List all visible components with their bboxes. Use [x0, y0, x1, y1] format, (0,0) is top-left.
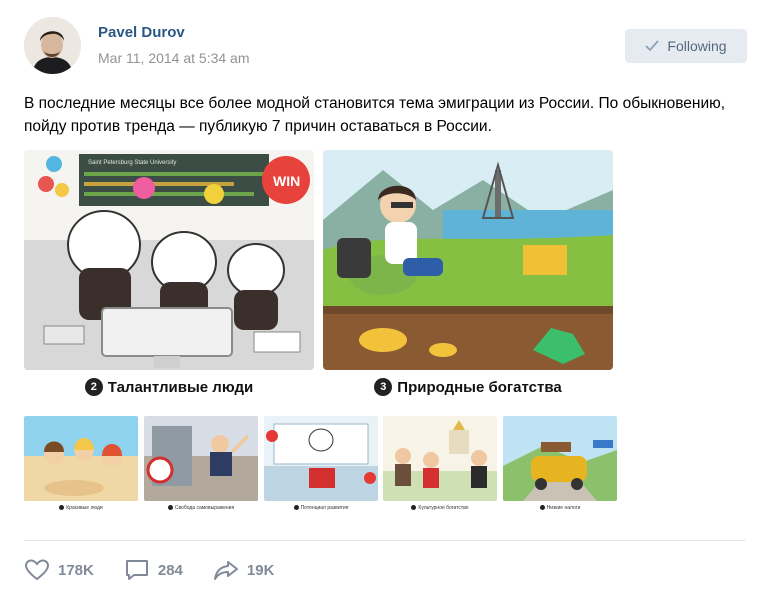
- heart-icon: [24, 559, 50, 581]
- thumbnail-development-potential[interactable]: Потенциал развития: [264, 416, 378, 516]
- thumbnail-beautiful-people[interactable]: Красивые люди: [24, 416, 138, 516]
- image-caption: 2 Талантливые люди: [24, 378, 314, 396]
- following-button[interactable]: Following: [625, 29, 747, 63]
- image-illustration: Saint Petersburg State University WIN: [24, 150, 314, 370]
- comment-button[interactable]: 284: [124, 558, 183, 582]
- caption-text: Природные богатства: [397, 378, 562, 396]
- banner-text: Saint Petersburg State University: [88, 160, 176, 166]
- comment-count: 284: [157, 561, 183, 579]
- thumbnail-caption: Свобода самовыражения: [144, 505, 258, 511]
- thumbnail-caption: Потенциал развития: [264, 505, 378, 511]
- image-illustration: [383, 416, 497, 501]
- like-button[interactable]: 178K: [24, 558, 94, 582]
- divider: [24, 540, 746, 541]
- like-count: 178K: [58, 561, 94, 579]
- author-name[interactable]: Pavel Durov: [98, 24, 185, 41]
- comment-icon: [125, 560, 148, 580]
- post-card: Pavel Durov Mar 11, 2014 at 5:34 am Foll…: [0, 0, 770, 599]
- image-caption: 3 Природные богатства: [323, 378, 613, 396]
- thumbnail-caption: Низкие налоги: [503, 505, 617, 511]
- image-illustration: [503, 416, 617, 501]
- image-illustration: [264, 416, 378, 501]
- post-date[interactable]: Mar 11, 2014 at 5:34 am: [98, 50, 250, 66]
- share-icon: [213, 561, 238, 580]
- checkmark-icon: [645, 40, 660, 52]
- post-text: В последние месяцы все более модной стан…: [24, 95, 726, 135]
- caption-number: 2: [84, 378, 103, 396]
- post-image-natural-resources[interactable]: 3 Природные богатства: [323, 150, 613, 405]
- avatar[interactable]: [24, 17, 81, 74]
- caption-text: Талантливые люди: [107, 378, 254, 396]
- following-label: Following: [667, 38, 727, 54]
- balloon-text: WIN: [273, 173, 300, 189]
- share-count: 19K: [246, 561, 275, 579]
- caption-number: 3: [374, 378, 393, 396]
- image-illustration: [144, 416, 258, 501]
- thumbnail-caption: Красивые люди: [24, 505, 138, 511]
- image-illustration: [24, 416, 138, 501]
- post-image-talented-people[interactable]: Saint Petersburg State University WIN 2: [24, 150, 314, 405]
- thumbnail-freedom-of-expression[interactable]: Свобода самовыражения: [144, 416, 258, 516]
- thumbnail-low-taxes[interactable]: Низкие налоги: [503, 416, 617, 516]
- thumbnail-cultural-wealth[interactable]: Культурное богатство: [383, 416, 497, 516]
- image-illustration: [323, 150, 613, 370]
- share-button[interactable]: 19K: [213, 558, 275, 582]
- thumbnail-caption: Культурное богатство: [383, 505, 497, 511]
- post-actions: 178K 284 19K: [24, 558, 304, 582]
